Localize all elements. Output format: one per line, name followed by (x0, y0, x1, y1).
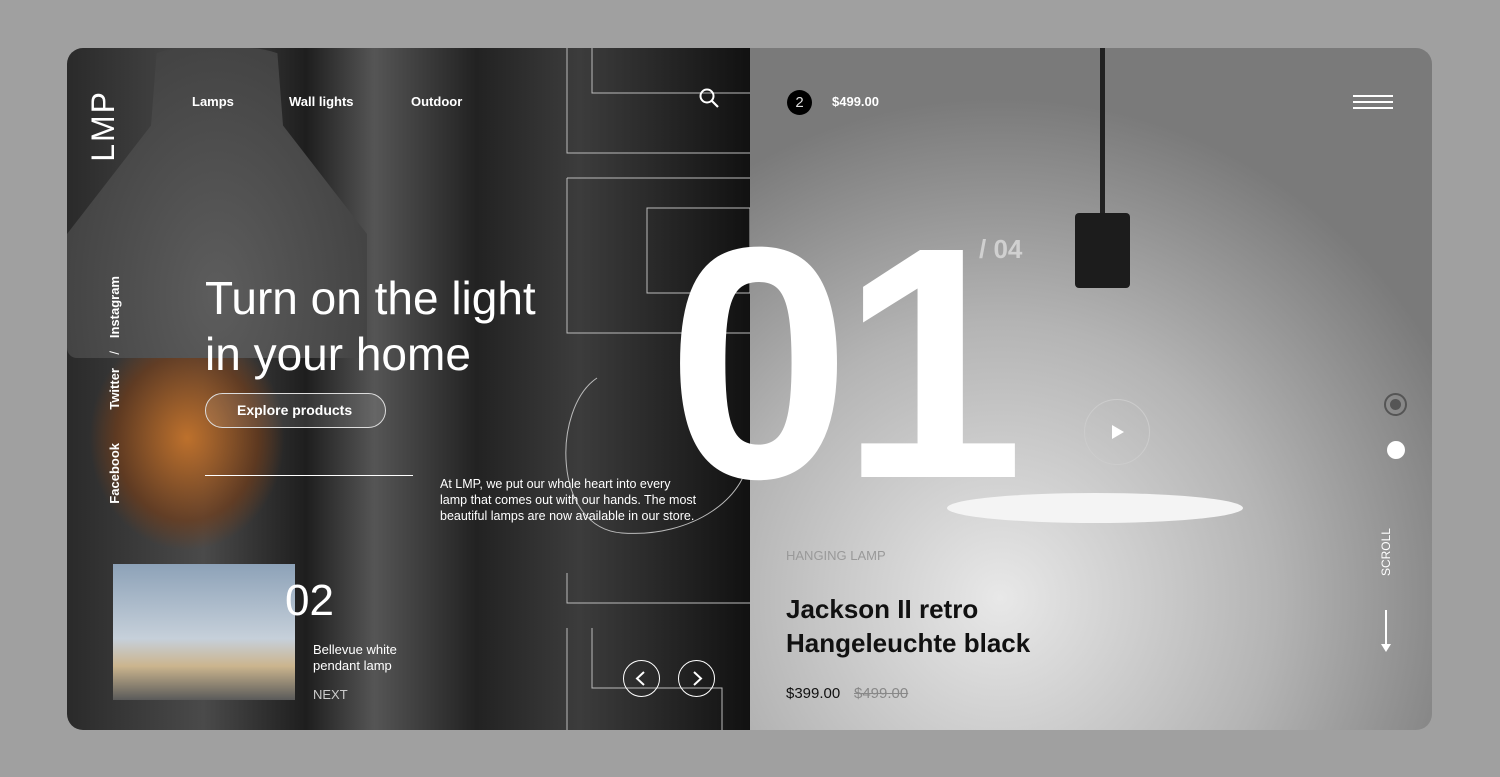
next-product-name[interactable]: Bellevue white pendant lamp (313, 642, 423, 674)
next-product-thumbnail[interactable] (113, 564, 295, 700)
product-old-price: $499.00 (854, 685, 909, 702)
search-icon[interactable] (698, 87, 720, 109)
lamp-cord (1100, 48, 1105, 218)
lamp-socket (1075, 213, 1130, 288)
slide-number: 01 (667, 178, 1024, 547)
social-instagram[interactable]: Instagram (107, 276, 122, 338)
next-button[interactable] (678, 660, 715, 697)
logo[interactable]: LMP (85, 90, 122, 162)
play-video-button[interactable] (1084, 399, 1150, 465)
hero-heading: Turn on the light in your home (205, 270, 536, 382)
slide-dot-active[interactable] (1384, 393, 1407, 416)
menu-icon[interactable] (1353, 93, 1393, 111)
slide-dot[interactable] (1387, 441, 1405, 459)
divider (205, 475, 413, 476)
hero-card: LMP Lamps Wall lights Outdoor Instagram … (67, 48, 1432, 730)
social-facebook[interactable]: Facebook (107, 443, 122, 504)
next-number: 02 (285, 576, 334, 625)
product-name-line-1: Jackson II retro (786, 594, 979, 624)
product-name-line-2: Hangeleuchte black (786, 628, 1031, 658)
nav-lamps[interactable]: Lamps (192, 94, 234, 109)
hero-description: At LMP, we put our whole heart into ever… (440, 477, 697, 523)
social-separator: / (107, 351, 122, 355)
next-link[interactable]: NEXT (313, 687, 348, 702)
product-name: Jackson II retro Hangeleuchte black (786, 592, 1030, 660)
nav-wall-lights[interactable]: Wall lights (289, 94, 354, 109)
social-twitter[interactable]: Twitter (107, 368, 122, 410)
arrow-down-icon[interactable] (1379, 610, 1393, 654)
nav-outdoor[interactable]: Outdoor (411, 94, 462, 109)
chevron-right-icon (693, 671, 703, 686)
cart-total[interactable]: $499.00 (832, 94, 879, 109)
scroll-label[interactable]: SCROLL (1379, 528, 1393, 576)
hero-line-1: Turn on the light (205, 272, 536, 324)
explore-products-button[interactable]: Explore products (205, 393, 386, 428)
cart-count-badge[interactable]: 2 (787, 90, 812, 115)
prev-button[interactable] (623, 660, 660, 697)
product-category: HANGING LAMP (786, 548, 886, 563)
hero-line-2: in your home (205, 328, 471, 380)
product-price: $399.00 (786, 685, 841, 702)
play-icon (1112, 425, 1124, 439)
chevron-left-icon (635, 671, 645, 686)
